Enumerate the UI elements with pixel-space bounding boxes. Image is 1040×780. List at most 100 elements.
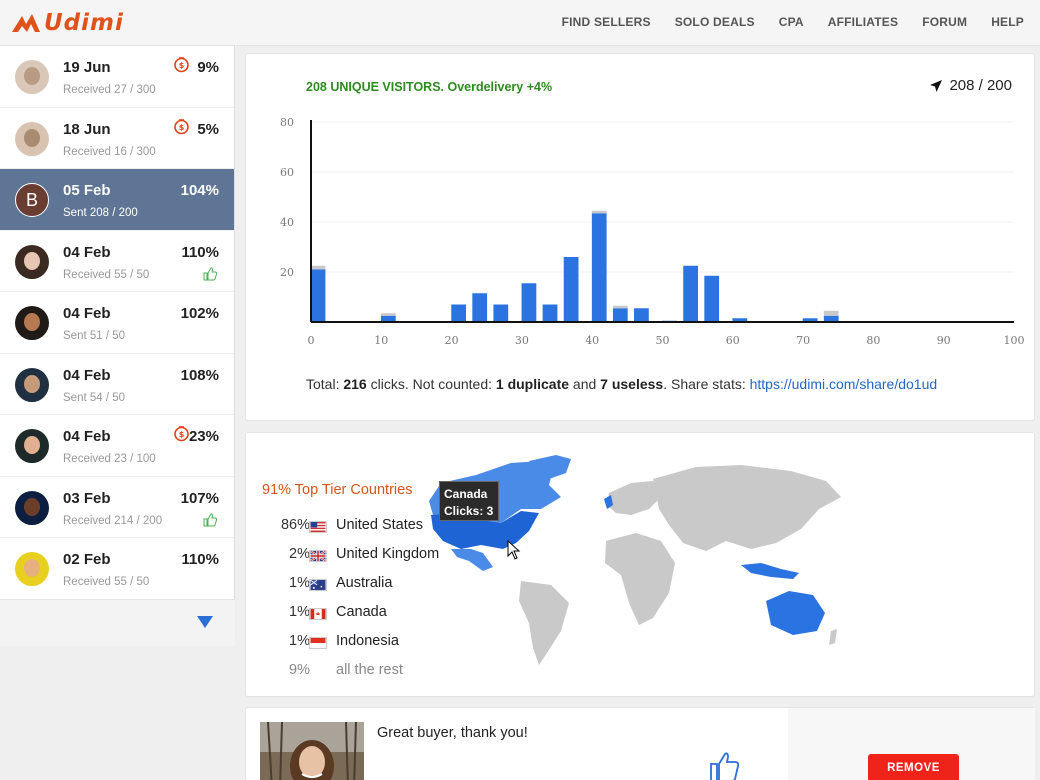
totals-mid2: . Share stats:	[663, 376, 750, 392]
totals-and: and	[569, 376, 601, 392]
order-percent: 110%	[181, 243, 219, 261]
mouse-cursor-icon	[507, 540, 521, 560]
country-name: Canada	[336, 604, 387, 620]
x-tick-label: 20	[445, 334, 459, 347]
udimi-logo[interactable]: Udimi	[10, 10, 124, 36]
order-date: 02 Feb	[63, 551, 111, 568]
totals-useless: 7 useless	[600, 376, 664, 392]
review-card: Great buyer, thank you! REMOVE	[245, 707, 1035, 780]
bar-unique	[521, 283, 537, 322]
order-item[interactable]: 02 Feb Received 55 / 50 110%	[0, 538, 234, 600]
scroll-down-arrow-icon[interactable]	[197, 616, 213, 628]
x-tick-label: 50	[656, 334, 670, 347]
map-asia	[653, 465, 841, 551]
order-item[interactable]: 03 Feb Received 214 / 200 107%	[0, 477, 234, 538]
totals-duplicate: 1 duplicate	[495, 376, 570, 392]
visitors-bar-chart: 20 40 60 80 0 10 20 30 40 50 60 70 80 90 100	[280, 116, 1025, 347]
bar-unique	[634, 308, 649, 322]
order-item[interactable]: 18 Jun Received 16 / 300 5% $	[0, 108, 234, 169]
svg-text:$: $	[179, 123, 185, 132]
country-name: Australia	[336, 575, 393, 591]
order-item[interactable]: 19 Jun Received 27 / 300 9% $	[0, 46, 234, 108]
country-percent: 1%	[289, 633, 310, 649]
x-tick-label: 10	[374, 334, 388, 347]
avatar	[15, 552, 49, 586]
y-tick-label: 40	[280, 216, 294, 229]
order-percent: 5%	[197, 120, 219, 138]
order-item[interactable]: B 05 Feb Sent 208 / 200 104%	[0, 169, 234, 231]
country-name: all the rest	[336, 662, 403, 678]
nav-find-sellers[interactable]: FIND SELLERS	[562, 15, 651, 29]
order-date: 04 Feb	[63, 428, 111, 445]
au-flag-icon	[309, 579, 327, 591]
order-date: 19 Jun	[63, 59, 111, 76]
bar-not-counted	[591, 210, 607, 214]
x-tick-label: 60	[726, 334, 740, 347]
avatar	[15, 121, 49, 156]
bar-unique	[563, 257, 579, 322]
tooltip-clicks: Clicks: 3	[444, 504, 494, 518]
y-tick-label: 60	[280, 166, 294, 179]
totals-mid1: clicks. Not counted:	[366, 376, 496, 392]
orders-sidebar: 19 Jun Received 27 / 300 9% $18 Jun Received…	[0, 46, 235, 646]
clock-dollar-icon: $	[174, 426, 189, 442]
order-date: 03 Feb	[63, 489, 111, 507]
bar-unique	[493, 304, 509, 322]
order-status: Received 55 / 50	[63, 576, 150, 588]
country-name: United States	[336, 517, 424, 533]
thumbs-up-icon[interactable]	[708, 750, 740, 780]
ca-flag-icon	[309, 608, 327, 620]
x-tick-label: 80	[866, 334, 880, 347]
order-percent: 102%	[180, 305, 219, 322]
bar-not-counted	[310, 265, 326, 270]
country-percent: 9%	[289, 662, 310, 678]
country-percent: 1%	[289, 604, 310, 620]
review-actions: REMOVE	[788, 708, 1035, 780]
order-item[interactable]: 04 Feb Sent 51 / 50 102%	[0, 292, 234, 354]
avatar	[15, 306, 49, 340]
share-stats-link[interactable]: https://udimi.com/share/do1ud	[750, 376, 938, 392]
x-tick-label: 70	[796, 334, 810, 347]
order-date: 04 Feb	[63, 366, 111, 384]
bar-unique	[591, 213, 607, 322]
remove-button[interactable]: REMOVE	[868, 754, 959, 780]
country-percent: 1%	[289, 575, 310, 591]
thumbs-up-icon	[203, 266, 217, 280]
avatar	[15, 244, 49, 279]
bar-unique	[704, 275, 720, 322]
review-text: Great buyer, thank you!	[377, 725, 528, 741]
udimi-logo-icon	[12, 14, 40, 32]
nav-help[interactable]: HELP	[991, 15, 1024, 29]
map-tooltip: Canada Clicks: 3	[439, 481, 499, 521]
top-tier-heading: 91% Top Tier Countries	[262, 482, 413, 498]
country-percent: 86%	[280, 517, 310, 533]
map-mexico	[451, 549, 493, 571]
order-percent: 110%	[181, 551, 219, 568]
nav-affiliates[interactable]: AFFILIATES	[828, 15, 898, 29]
top-navbar: Udimi FIND SELLERS SOLO DEALS CPA AFFILI…	[0, 0, 1040, 46]
order-item[interactable]: 04 Feb Received 55 / 50 110%	[0, 231, 234, 292]
bar-unique	[612, 308, 628, 322]
svg-text:$: $	[179, 61, 185, 70]
order-item[interactable]: 04 Feb Received 23 / 100 23% $	[0, 415, 234, 477]
avatar: B	[15, 183, 49, 217]
map-africa	[605, 533, 675, 625]
country-name: Indonesia	[336, 633, 399, 649]
avatar	[15, 490, 49, 525]
order-status: Received 214 / 200	[63, 514, 163, 527]
order-percent: 107%	[180, 489, 219, 507]
reviewer-photo	[260, 722, 364, 780]
clock-dollar-icon: $	[174, 57, 189, 73]
totals-prefix: Total:	[306, 376, 344, 392]
order-status: Sent 54 / 50	[63, 391, 126, 404]
order-item[interactable]: 04 Feb Sent 54 / 50 108%	[0, 354, 234, 415]
nav-solo-deals[interactable]: SOLO DEALS	[675, 15, 755, 29]
map-europe	[607, 481, 661, 515]
bar-unique	[683, 265, 699, 322]
order-date: 05 Feb	[63, 182, 111, 199]
nav-cpa[interactable]: CPA	[779, 15, 804, 29]
map-australia	[766, 591, 825, 635]
nav-forum[interactable]: FORUM	[922, 15, 967, 29]
geo-card: 91% Top Tier Countries 86% United States 2…	[245, 432, 1035, 697]
stats-card: 208 UNIQUE VISITORS. Overdelivery +4% 20…	[245, 53, 1035, 421]
